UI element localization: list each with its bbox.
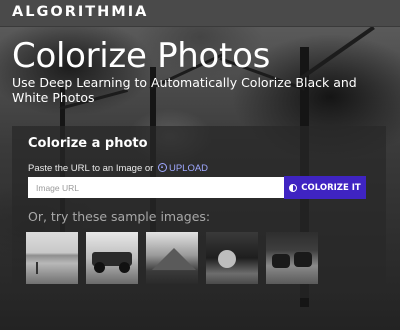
paste-text: Paste the URL to an Image or	[28, 163, 154, 174]
car-wheel	[119, 262, 130, 273]
top-navbar: ALGORITHMIA	[0, 0, 400, 27]
colorize-button-label: COLORIZE IT	[301, 182, 361, 193]
sample-thumbnail-cattle[interactable]	[266, 232, 318, 284]
panel-heading: Colorize a photo	[28, 136, 148, 151]
brand-logo[interactable]: ALGORITHMIA	[12, 4, 148, 20]
image-url-input[interactable]	[28, 177, 296, 198]
cow-silhouette	[294, 252, 312, 267]
paste-instructions: Paste the URL to an Image or UPLOAD	[28, 162, 208, 174]
upload-link[interactable]: UPLOAD	[169, 163, 208, 174]
tree-branch	[298, 27, 375, 81]
upload-icon[interactable]	[157, 163, 167, 172]
sample-thumbnail-race-car[interactable]	[86, 232, 138, 284]
samples-label: Or, try these sample images:	[28, 209, 211, 224]
person-silhouette	[36, 262, 38, 274]
colorize-panel: Colorize a photo Paste the URL to an Ima…	[12, 126, 386, 298]
flower-shape	[218, 250, 236, 268]
page-title: Colorize Photos	[12, 36, 270, 76]
car-wheel	[94, 262, 105, 273]
half-circle-icon	[289, 183, 298, 192]
sample-thumbnails	[26, 232, 326, 284]
cow-silhouette	[272, 254, 290, 268]
sample-thumbnail-flower[interactable]	[206, 232, 258, 284]
sample-thumbnail-beach[interactable]	[26, 232, 78, 284]
sample-thumbnail-mountain[interactable]	[146, 232, 198, 284]
mountain-peak	[152, 248, 196, 270]
colorize-button[interactable]: COLORIZE IT	[284, 176, 366, 199]
page-subtitle: Use Deep Learning to Automatically Color…	[12, 75, 357, 105]
